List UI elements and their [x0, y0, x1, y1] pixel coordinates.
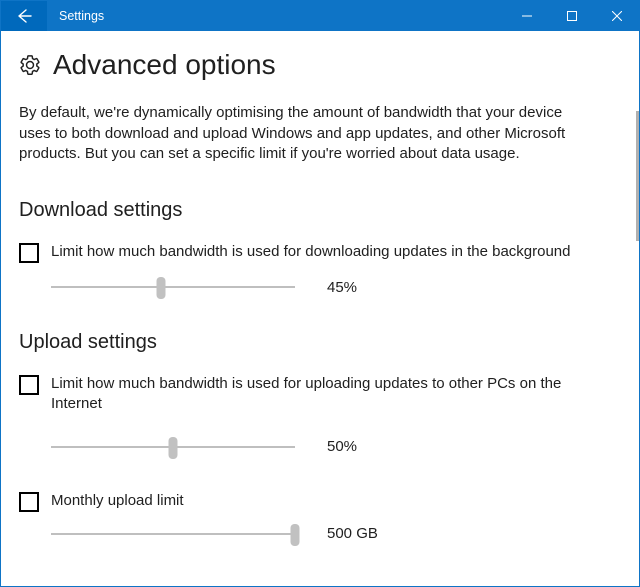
download-limit-option: Limit how much bandwidth is used for dow…	[19, 242, 621, 263]
arrow-left-icon	[15, 7, 33, 25]
upload-limit-checkbox[interactable]	[19, 375, 39, 395]
maximize-button[interactable]	[549, 1, 594, 31]
minimize-button[interactable]	[504, 1, 549, 31]
page-title: Advanced options	[53, 49, 276, 81]
monthly-limit-option: Monthly upload limit	[19, 491, 621, 512]
window-controls	[504, 1, 639, 31]
gear-icon	[19, 54, 41, 76]
upload-limit-label: Limit how much bandwidth is used for upl…	[51, 374, 611, 415]
scrollbar[interactable]	[636, 111, 639, 241]
slider-thumb[interactable]	[156, 277, 165, 299]
monthly-limit-slider[interactable]	[51, 524, 295, 544]
maximize-icon	[567, 11, 577, 21]
window-title: Settings	[47, 1, 504, 31]
slider-thumb[interactable]	[291, 524, 300, 546]
slider-thumb[interactable]	[169, 437, 178, 459]
download-limit-checkbox[interactable]	[19, 243, 39, 263]
upload-bandwidth-slider[interactable]	[51, 437, 295, 457]
titlebar: Settings	[1, 1, 639, 31]
page-header: Advanced options	[19, 49, 621, 81]
back-button[interactable]	[1, 1, 47, 31]
upload-section-heading: Upload settings	[19, 331, 621, 354]
download-section-heading: Download settings	[19, 199, 621, 222]
monthly-limit-value: 500 GB	[327, 525, 387, 542]
settings-window: Settings Advanced options By default, we…	[0, 0, 640, 587]
close-icon	[612, 11, 622, 21]
download-limit-label: Limit how much bandwidth is used for dow…	[51, 242, 571, 262]
monthly-limit-checkbox[interactable]	[19, 492, 39, 512]
upload-bandwidth-value: 50%	[327, 438, 387, 455]
monthly-limit-label: Monthly upload limit	[51, 491, 184, 511]
page-description: By default, we're dynamically optimising…	[19, 103, 574, 165]
download-bandwidth-value: 45%	[327, 279, 387, 296]
download-bandwidth-slider[interactable]	[51, 277, 295, 297]
close-button[interactable]	[594, 1, 639, 31]
minimize-icon	[522, 11, 532, 21]
upload-limit-option: Limit how much bandwidth is used for upl…	[19, 374, 621, 415]
content-area: Advanced options By default, we're dynam…	[1, 31, 639, 586]
